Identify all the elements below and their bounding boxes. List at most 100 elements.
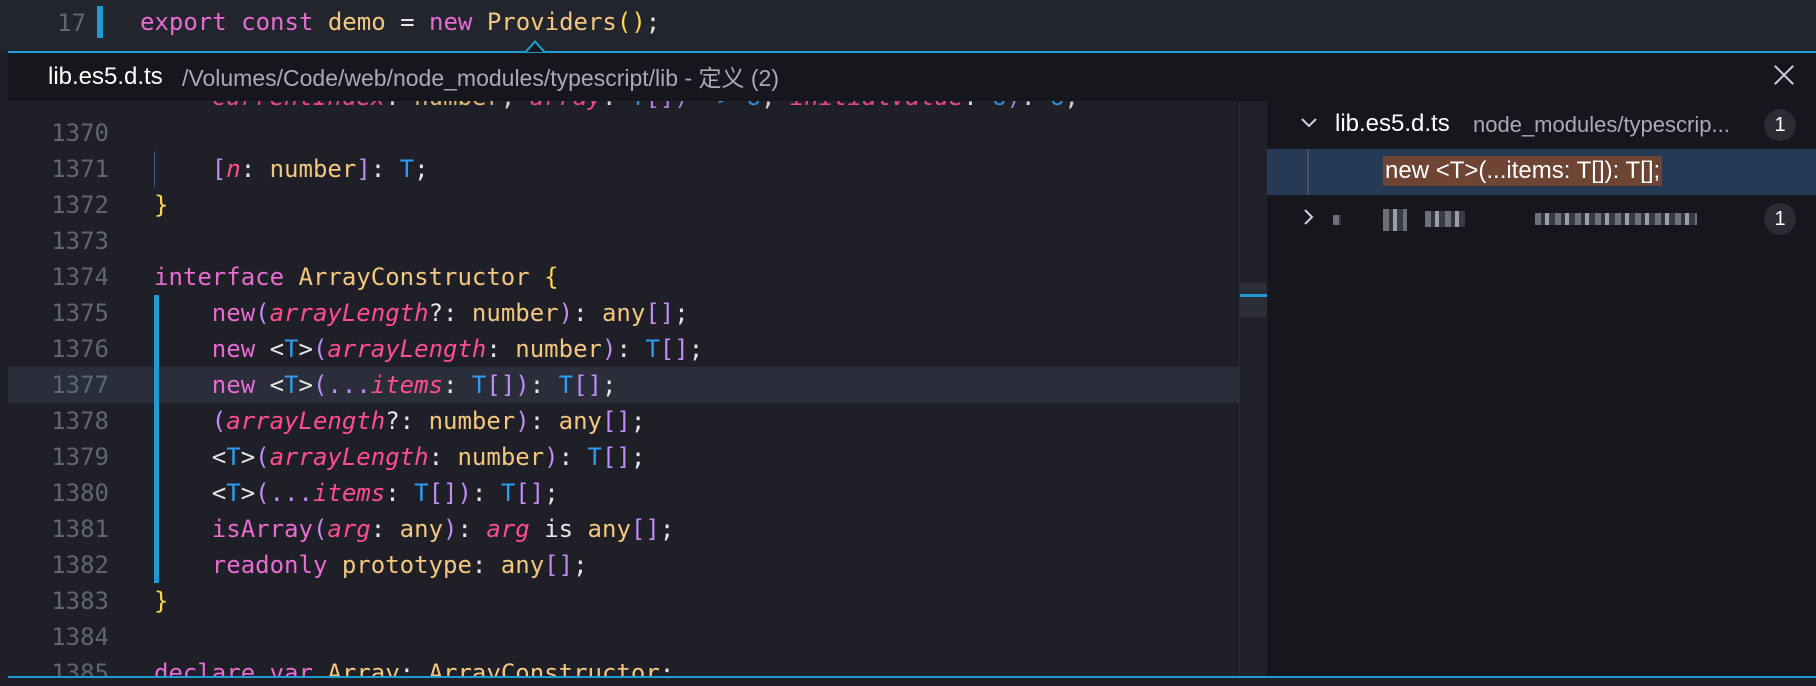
- code-line: new <T>(arrayLength: number): T[];: [154, 331, 703, 367]
- code-row[interactable]: 1371 [n: number]: T;: [8, 151, 1239, 187]
- code-token: number: [457, 443, 545, 471]
- code-token: []: [486, 371, 516, 399]
- close-icon[interactable]: [1770, 61, 1798, 89]
- code-token: }: [154, 191, 169, 219]
- code-token: }: [154, 587, 169, 615]
- code-row[interactable]: 1373: [8, 223, 1239, 259]
- code-token: ;: [645, 8, 661, 36]
- code-token: ): [601, 335, 617, 363]
- code-token: :: [616, 335, 646, 363]
- code-token: :: [471, 479, 501, 507]
- code-row[interactable]: 1372}: [8, 187, 1239, 223]
- code-row[interactable]: 1381 isArray(arg: any): arg is any[];: [8, 511, 1239, 547]
- line-number: 1378: [51, 407, 109, 435]
- code-line: readonly prototype: any[];: [154, 547, 588, 583]
- code-row[interactable]: 1375 new(arrayLength?: number): any[];: [8, 295, 1239, 331]
- reference-item-selected[interactable]: new <T>(...items: T[]): T[];: [1267, 149, 1816, 195]
- code-row[interactable]: 1384: [8, 619, 1239, 655]
- code-token: isArray: [154, 515, 313, 543]
- code-row[interactable]: 1370: [8, 115, 1239, 151]
- code-token: :: [529, 371, 559, 399]
- code-token: ): [457, 479, 472, 507]
- code-row[interactable]: 1382 readonly prototype: any[];: [8, 547, 1239, 583]
- code-token: T: [226, 479, 241, 507]
- code-token: :: [457, 515, 487, 543]
- code-token: (: [255, 299, 270, 327]
- code-line: new(arrayLength?: number): any[];: [154, 295, 689, 331]
- code-row[interactable]: 1383}: [8, 583, 1239, 619]
- code-token: T: [284, 371, 299, 399]
- code-token: T: [471, 371, 487, 399]
- peek-pointer-inner: [527, 43, 543, 52]
- code-token: [: [154, 155, 227, 183]
- code-token: >: [298, 335, 313, 363]
- code-token: arrayLength: [226, 407, 386, 435]
- code-token: :: [471, 551, 501, 579]
- code-row[interactable]: 1374 interface ArrayConstructor {: [8, 259, 1239, 295]
- line-number: 1375: [51, 299, 109, 327]
- code-token: demo: [327, 8, 386, 36]
- code-row-partial: 1385 declare var Array: ArrayConstructor…: [51, 659, 675, 676]
- code-token: []: [544, 551, 574, 579]
- code-token: number: [471, 299, 559, 327]
- code-token: ?:: [428, 299, 472, 327]
- code-row-highlighted[interactable]: 1377 new <T>(...items: T[]): T[];: [8, 367, 1239, 403]
- code-token: items: [370, 371, 444, 399]
- code-token: T: [500, 479, 516, 507]
- code-row[interactable]: 1380 <T>(...items: T[]): T[];: [8, 475, 1239, 511]
- scrollbar-thumb[interactable]: [1240, 283, 1268, 317]
- code-token: ): [515, 407, 530, 435]
- code-row[interactable]: 1376 new <T>(arrayLength: number): T[];: [8, 331, 1239, 367]
- code-line: }: [154, 187, 168, 223]
- code-row[interactable]: 1379 <T>(arrayLength: number): T[];: [8, 439, 1239, 475]
- code-token: {: [544, 263, 559, 291]
- line-number: 1371: [51, 155, 109, 183]
- code-token: =: [385, 8, 430, 36]
- reference-group[interactable]: lib.es5.d.ts node_modules/typescrip... 1: [1267, 101, 1816, 147]
- peek-path-title: /Volumes/Code/web/node_modules/typescrip…: [182, 65, 780, 91]
- reference-group[interactable]: 1: [1267, 195, 1816, 241]
- code-token: ): [558, 299, 574, 327]
- indent-guide: [154, 151, 155, 187]
- code-token: ;: [659, 515, 675, 543]
- code-token: (: [154, 407, 227, 435]
- chevron-right-icon[interactable]: [1299, 207, 1319, 227]
- code-token: []: [428, 479, 458, 507]
- code-token: :: [443, 371, 472, 399]
- chevron-down-icon[interactable]: [1299, 113, 1319, 133]
- code-token: []: [515, 479, 545, 507]
- code-token: :: [240, 155, 270, 183]
- code-row[interactable]: 1378 (arrayLength?: number): any[];: [8, 403, 1239, 439]
- code-line[interactable]: export const demo = new Providers();: [140, 6, 660, 38]
- reference-count-badge: 1: [1764, 109, 1796, 141]
- code-token: ?:: [385, 407, 429, 435]
- overview-ruler[interactable]: [1239, 101, 1268, 676]
- line-number: 1379: [51, 443, 109, 471]
- code-token: (): [616, 8, 646, 36]
- code-token: :: [370, 155, 400, 183]
- code-token: readonly: [154, 551, 328, 579]
- code-token: number: [269, 155, 357, 183]
- code-token: T: [645, 335, 660, 363]
- peek-file-name[interactable]: lib.es5.d.ts: [48, 63, 163, 91]
- code-token: []: [601, 443, 631, 471]
- code-token: const: [241, 8, 314, 36]
- code-line: isArray(arg: any): arg is any[];: [154, 511, 674, 547]
- code-token: <: [154, 443, 227, 471]
- peek-code-editor[interactable]: currentIndex: number, array: T[]) => U, …: [8, 101, 1239, 676]
- code-token: >: [240, 443, 256, 471]
- reference-item-code: new <T>(...items: T[]): T[];: [1383, 156, 1663, 186]
- line-number: 1377: [51, 371, 109, 399]
- code-token: new: [429, 8, 473, 36]
- code-token: T: [558, 371, 574, 399]
- code-token: T: [226, 443, 241, 471]
- code-token: <: [255, 371, 285, 399]
- code-token: ;: [573, 551, 588, 579]
- code-line: <T>(arrayLength: number): T[];: [154, 439, 646, 475]
- code-line: (arrayLength?: number): any[];: [154, 403, 646, 439]
- line-number: 1383: [51, 587, 109, 615]
- code-token: T: [587, 443, 602, 471]
- line-number: 17: [57, 9, 86, 37]
